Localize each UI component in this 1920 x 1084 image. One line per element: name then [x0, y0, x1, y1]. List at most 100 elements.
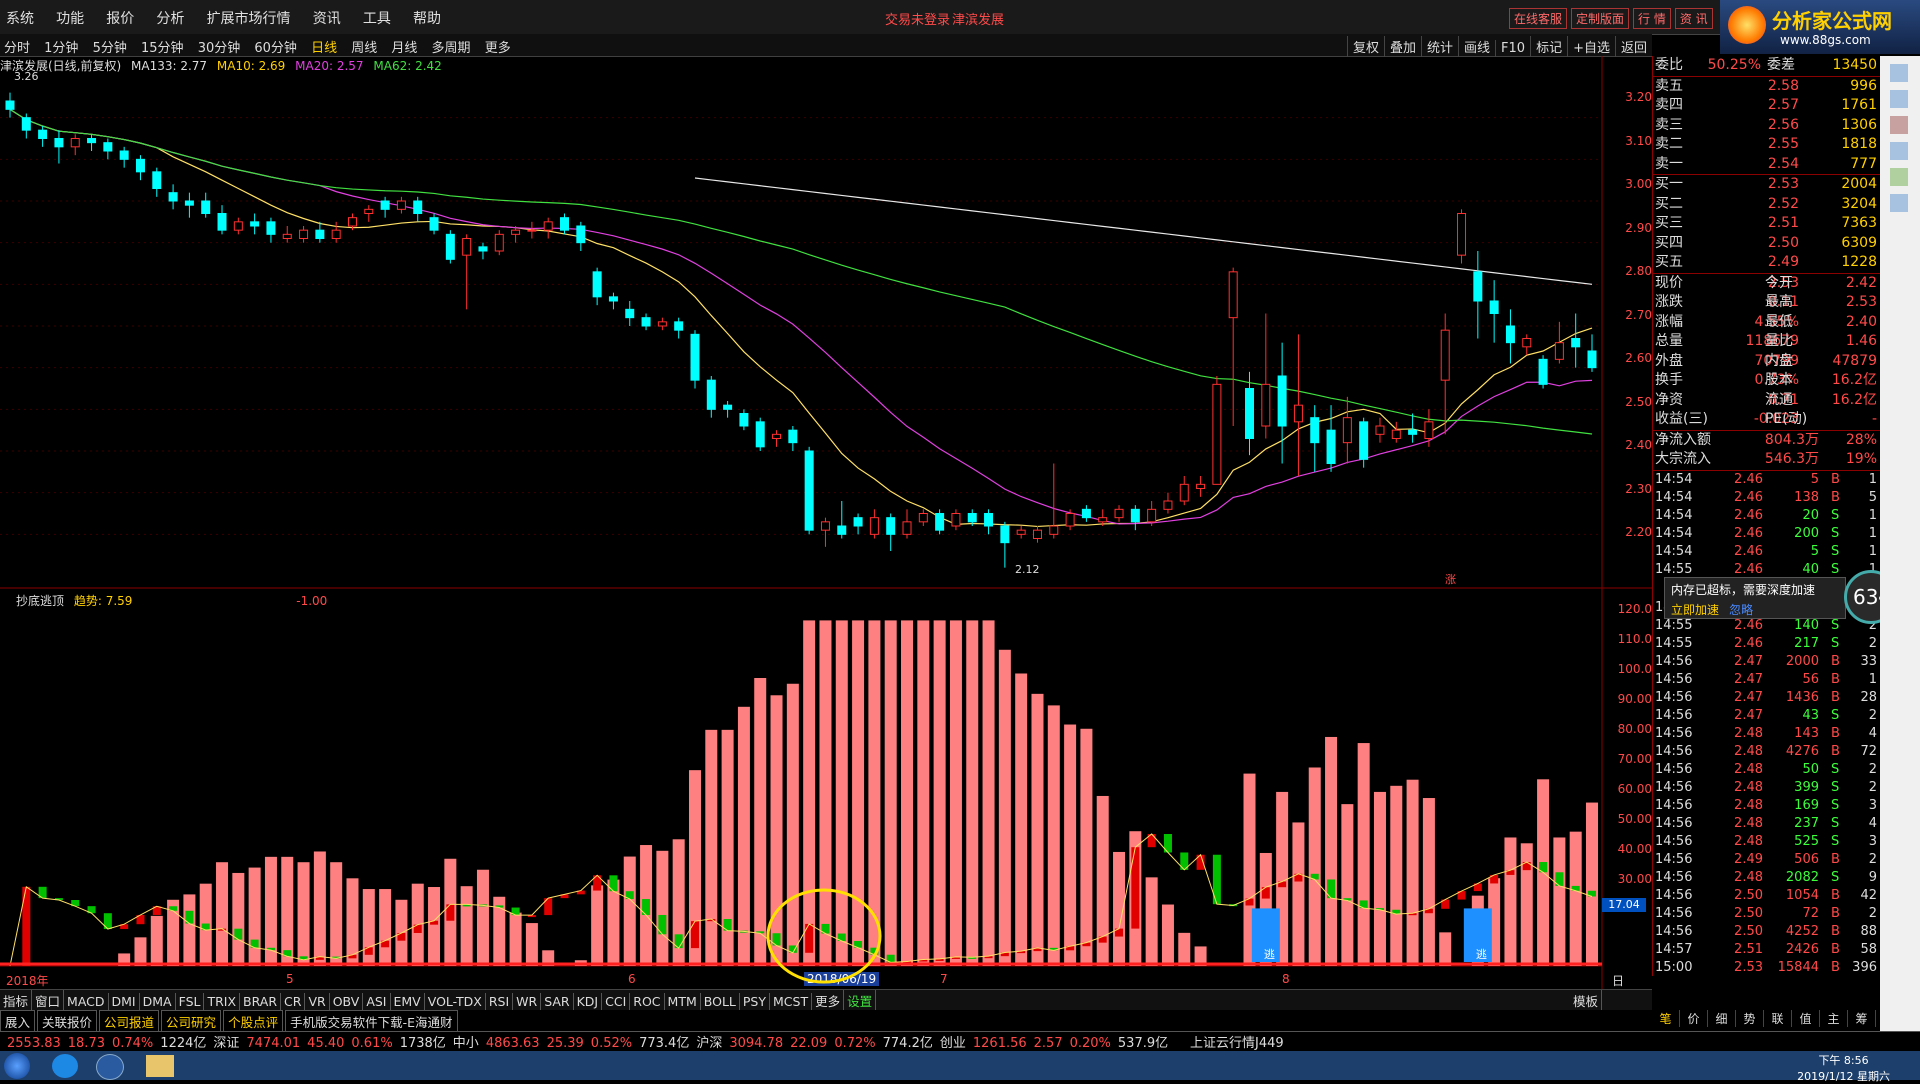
- stats-button[interactable]: 统计: [1421, 36, 1458, 57]
- kline-chart[interactable]: 逃 逃 3.26 2.12 涨: [0, 56, 1652, 989]
- indicator-tab[interactable]: ASI: [363, 993, 391, 1010]
- app-icon[interactable]: [96, 1054, 124, 1080]
- market-button[interactable]: 行 情: [1633, 8, 1671, 29]
- period-monthly[interactable]: 月线: [391, 37, 417, 56]
- indicator-tab[interactable]: BRAR: [240, 993, 282, 1010]
- period-more[interactable]: 更多: [485, 37, 511, 56]
- menu-extended-market[interactable]: 扩展市场行情: [207, 8, 291, 28]
- indicator-tab[interactable]: BOLL: [701, 993, 740, 1010]
- indicator-tab[interactable]: 窗口: [32, 990, 65, 1011]
- indicator-name[interactable]: 抄底逃顶: [16, 594, 64, 608]
- template-button[interactable]: 模板: [1570, 990, 1602, 1011]
- indicator-tab[interactable]: KDJ: [574, 993, 603, 1010]
- menu-analysis[interactable]: 分析: [156, 8, 184, 28]
- tool-icon[interactable]: [1890, 168, 1908, 186]
- menu-tools[interactable]: 工具: [363, 8, 391, 28]
- quote-tab[interactable]: 筹: [1848, 1010, 1876, 1027]
- link-item[interactable]: 公司研究: [161, 1010, 222, 1033]
- period-1min[interactable]: 1分钟: [44, 37, 78, 56]
- indicator-tab[interactable]: CR: [281, 993, 306, 1010]
- indicator-tab[interactable]: TRIX: [204, 993, 241, 1010]
- indicator-bar: [1308, 767, 1321, 966]
- link-item[interactable]: 展入: [0, 1010, 36, 1033]
- ind-axis-120: 120.0: [1617, 602, 1652, 616]
- indicator-tab[interactable]: MCST: [770, 993, 813, 1010]
- link-item[interactable]: 公司报道: [99, 1010, 160, 1033]
- indicator-tab[interactable]: OBV: [330, 993, 364, 1010]
- candle-body: [462, 238, 472, 256]
- period-5min[interactable]: 5分钟: [93, 37, 127, 56]
- indicator-tab[interactable]: CCI: [602, 993, 631, 1010]
- indicator-tab[interactable]: RSI: [486, 993, 514, 1010]
- indicator-tab[interactable]: MTM: [665, 993, 701, 1010]
- menu-quote[interactable]: 报价: [106, 8, 134, 28]
- period-timeshare[interactable]: 分时: [4, 37, 30, 56]
- quote-tab[interactable]: 联: [1764, 1010, 1792, 1027]
- menu-info[interactable]: 资讯: [313, 8, 341, 28]
- period-15min[interactable]: 15分钟: [141, 37, 184, 56]
- draw-button[interactable]: 画线: [1458, 36, 1495, 57]
- period-multi[interactable]: 多周期: [432, 37, 471, 56]
- link-item[interactable]: 手机版交易软件下载-E海通财: [285, 1010, 458, 1033]
- candle-body: [902, 521, 912, 535]
- indicator-tab[interactable]: VOL-TDX: [425, 993, 486, 1010]
- candle-body: [266, 221, 276, 235]
- indicator-bar: [949, 620, 962, 966]
- indicator-tab[interactable]: DMA: [140, 993, 176, 1010]
- indicator-tab[interactable]: ROC: [630, 993, 665, 1010]
- quote-tab[interactable]: 主: [1820, 1010, 1848, 1027]
- start-icon[interactable]: [4, 1053, 30, 1079]
- indicator-tab[interactable]: FSL: [176, 993, 205, 1010]
- candle-body: [967, 513, 977, 523]
- add-favorite-button[interactable]: +自选: [1567, 36, 1615, 57]
- period-daily[interactable]: 日线: [311, 37, 337, 56]
- indicator-tab[interactable]: 更多: [812, 990, 845, 1011]
- link-item[interactable]: 个股点评: [223, 1010, 284, 1033]
- indicator-tab[interactable]: EMV: [391, 993, 425, 1010]
- quote-tab[interactable]: 细: [1708, 1010, 1736, 1027]
- clock-time: 下午 8:56: [1818, 1054, 1869, 1067]
- menu-function[interactable]: 功能: [56, 8, 84, 28]
- news-button[interactable]: 资 讯: [1674, 8, 1713, 29]
- indicator-tab[interactable]: MACD: [64, 993, 109, 1010]
- indicator-tab[interactable]: 指标: [0, 990, 33, 1011]
- indicator-tab[interactable]: SAR: [541, 993, 574, 1010]
- online-service-button[interactable]: 在线客服: [1509, 8, 1568, 29]
- indicator-tab[interactable]: 设置: [844, 990, 877, 1011]
- quote-tab[interactable]: 值: [1792, 1010, 1820, 1027]
- overlay-button[interactable]: 叠加: [1383, 36, 1421, 57]
- folder-icon[interactable]: [146, 1055, 174, 1077]
- quote-tab[interactable]: 笔: [1652, 1010, 1680, 1027]
- candle-body: [380, 200, 390, 210]
- indicator-tab[interactable]: DMI: [109, 993, 140, 1010]
- tool-icon[interactable]: [1890, 90, 1908, 108]
- period-weekly[interactable]: 周线: [351, 37, 377, 56]
- index-value: 0.52%: [590, 1036, 633, 1051]
- date-june: 6: [628, 972, 636, 986]
- tool-icon[interactable]: [1890, 64, 1908, 82]
- back-button[interactable]: 返回: [1614, 36, 1652, 57]
- candle-body: [1408, 429, 1418, 435]
- indicator-tab[interactable]: PSY: [740, 993, 770, 1010]
- tool-icon[interactable]: [1890, 142, 1908, 160]
- adjust-button[interactable]: 复权: [1346, 36, 1384, 57]
- ignore-link[interactable]: 忽略: [1729, 603, 1753, 617]
- accelerate-link[interactable]: 立即加速: [1671, 603, 1719, 617]
- tool-icon[interactable]: [1890, 116, 1908, 134]
- menu-help[interactable]: 帮助: [413, 8, 441, 28]
- f10-button[interactable]: F10: [1495, 40, 1530, 57]
- indicator-tab[interactable]: WR: [513, 993, 542, 1010]
- quote-tab[interactable]: 价: [1680, 1010, 1708, 1027]
- tool-icon[interactable]: [1890, 194, 1908, 212]
- tick-row: 14:552.4640S1: [1655, 561, 1877, 577]
- indicator-tab[interactable]: VR: [305, 993, 330, 1010]
- indicator-bar: [330, 862, 343, 966]
- period-60min[interactable]: 60分钟: [254, 37, 297, 56]
- quote-tab[interactable]: 势: [1736, 1010, 1764, 1027]
- period-30min[interactable]: 30分钟: [198, 37, 241, 56]
- custom-layout-button[interactable]: 定制版面: [1571, 8, 1630, 29]
- browser-icon[interactable]: [52, 1054, 78, 1078]
- menu-system[interactable]: 系统: [6, 8, 34, 28]
- mark-button[interactable]: 标记: [1530, 36, 1567, 57]
- link-item[interactable]: 关联报价: [37, 1010, 98, 1033]
